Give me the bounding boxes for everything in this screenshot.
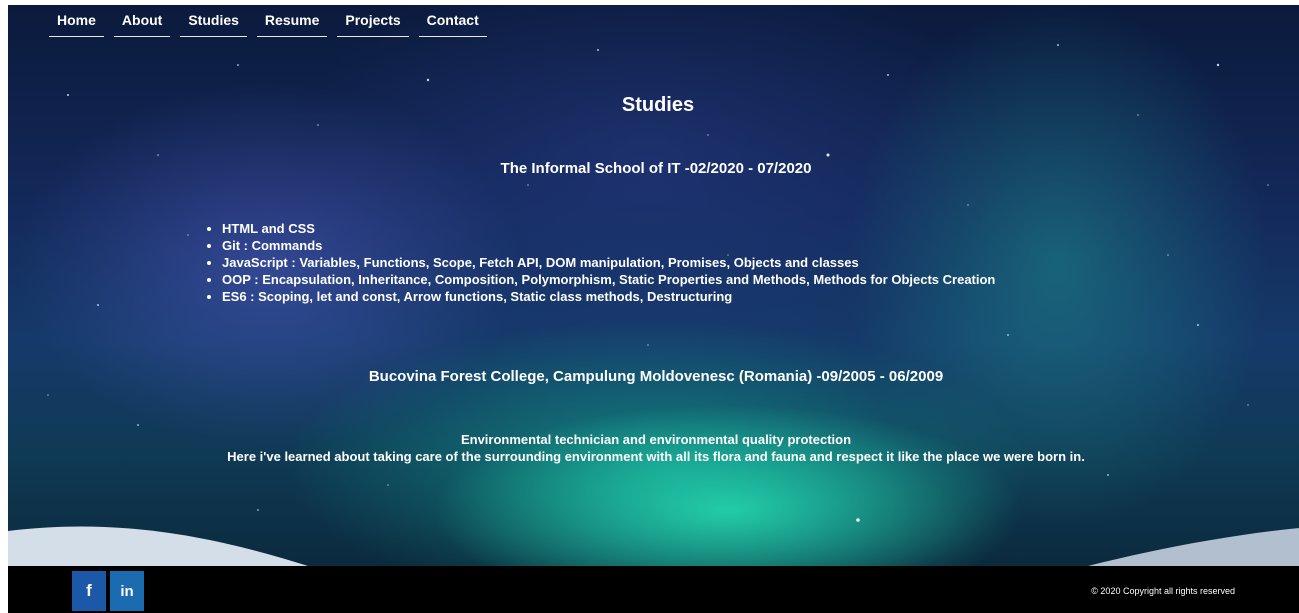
list-item: Git : Commands xyxy=(222,237,995,254)
college-degree: Environmental technician and environment… xyxy=(460,432,852,447)
college-heading-text: Bucovina Forest College, Campulung Moldo… xyxy=(368,368,944,385)
copyright-text: © 2020 Copyright all rights reserved xyxy=(1091,586,1235,596)
nav-resume[interactable]: Resume xyxy=(256,12,328,37)
linkedin-icon: in xyxy=(120,582,134,600)
college-heading: Bucovina Forest College, Campulung Moldo… xyxy=(0,368,1299,385)
page-title: Studies xyxy=(0,94,1299,117)
linkedin-button[interactable]: in xyxy=(110,571,144,611)
top-navigation: Home About Studies Resume Projects Conta… xyxy=(49,12,497,37)
nav-projects[interactable]: Projects xyxy=(337,12,409,37)
college-description-text: Here i've learned about taking care of t… xyxy=(227,449,1085,464)
school-heading-text: The Informal School of IT -02/2020 - 07/… xyxy=(500,160,812,177)
snow-horizon xyxy=(8,526,1299,566)
page-title-text: Studies xyxy=(621,94,695,116)
footer: f in © 2020 Copyright all rights reserve… xyxy=(8,566,1299,613)
social-links: f in xyxy=(72,571,144,611)
nav-studies[interactable]: Studies xyxy=(180,12,247,37)
school-heading: The Informal School of IT -02/2020 - 07/… xyxy=(0,160,1299,177)
nav-about[interactable]: About xyxy=(113,12,171,37)
facebook-button[interactable]: f xyxy=(72,571,106,611)
page: Home About Studies Resume Projects Conta… xyxy=(0,0,1299,613)
list-item: JavaScript : Variables, Functions, Scope… xyxy=(222,254,995,271)
college-description: Environmental technician and environment… xyxy=(0,431,1299,465)
nav-home[interactable]: Home xyxy=(49,12,104,37)
nav-contact[interactable]: Contact xyxy=(418,12,487,37)
list-item: HTML and CSS xyxy=(222,220,995,237)
list-item: OOP : Encapsulation, Inheritance, Compos… xyxy=(222,271,995,288)
list-item: ES6 : Scoping, let and const, Arrow func… xyxy=(222,288,995,305)
facebook-icon: f xyxy=(86,581,92,600)
school-topics-list: HTML and CSS Git : Commands JavaScript :… xyxy=(200,220,995,305)
